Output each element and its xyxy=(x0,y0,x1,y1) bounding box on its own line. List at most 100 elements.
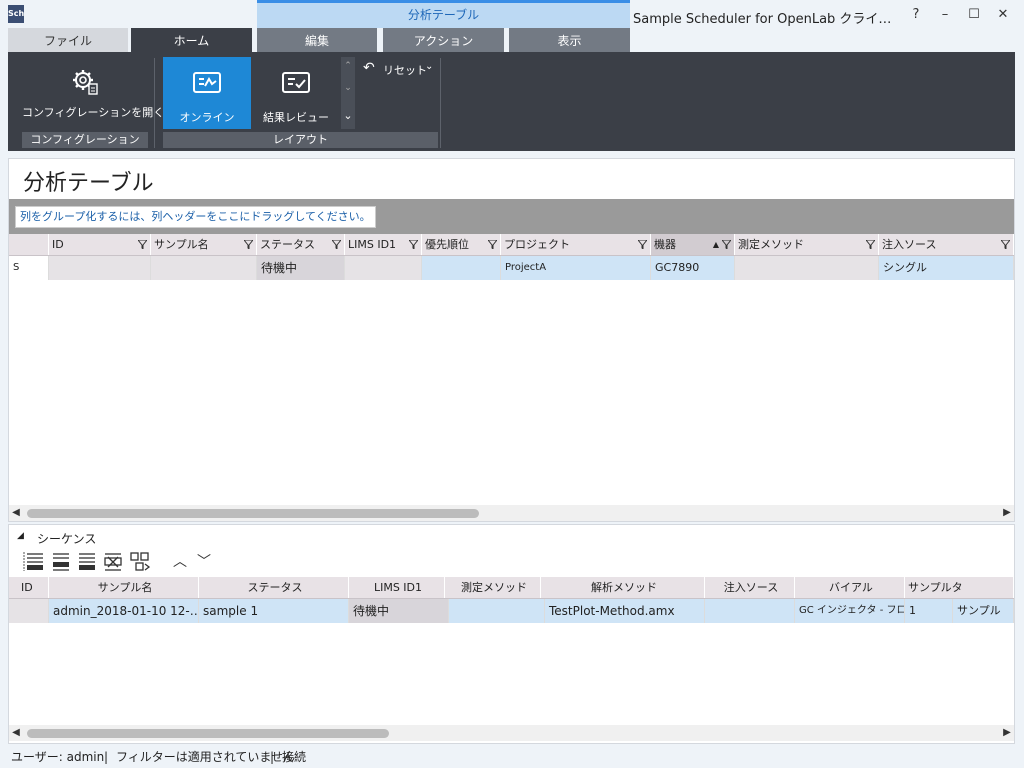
online-label: オンライン xyxy=(179,111,235,124)
ribbon: コンフィグレーションを開く コンフィグレーション オンライン 結果レビュー ⌃ … xyxy=(8,52,1015,151)
column-header-id[interactable]: ID xyxy=(49,234,151,255)
analysis-grid-header: ID サンプル名 ステータス LIMS ID1 優先順位 プロジェクト 機器 ▲… xyxy=(9,234,1014,256)
cell-vial[interactable]: 1 xyxy=(905,599,953,623)
open-configuration-button[interactable]: コンフィグレーションを開く xyxy=(22,58,164,128)
scroll-left-icon[interactable]: ◀ xyxy=(9,505,23,521)
scroll-left-icon[interactable]: ◀ xyxy=(9,725,23,741)
cell-project[interactable]: ProjectA xyxy=(501,256,651,280)
column-header-priority[interactable]: 優先順位 xyxy=(422,234,501,255)
cell-injection-source[interactable]: シングル xyxy=(879,256,1014,280)
cell-sample-name[interactable]: sample 1 xyxy=(199,599,349,623)
column-header-project[interactable]: プロジェクト xyxy=(501,234,651,255)
scroll-thumb[interactable] xyxy=(27,729,389,738)
filter-icon[interactable] xyxy=(138,240,147,249)
close-button[interactable]: ✕ xyxy=(991,6,1015,24)
filter-icon[interactable] xyxy=(244,240,253,249)
filter-icon[interactable] xyxy=(722,240,731,249)
cell-id[interactable]: admin_2018-01-10 12-… xyxy=(49,599,199,623)
header-label: 注入ソース xyxy=(882,238,937,251)
column-header-status[interactable]: ステータス xyxy=(257,234,345,255)
column-header-injection-source[interactable]: 注入ソース xyxy=(705,577,795,598)
delete-row-icon[interactable] xyxy=(103,551,125,573)
row-indicator: S xyxy=(9,256,49,280)
results-review-button[interactable]: 結果レビュー xyxy=(253,57,339,129)
filter-icon[interactable] xyxy=(332,240,341,249)
row-indicator xyxy=(9,599,49,623)
tab-edit[interactable]: 編集 xyxy=(257,28,377,52)
group-by-area[interactable]: 列をグループ化するには、列ヘッダーをここにドラッグしてください。 xyxy=(9,199,1014,234)
status-filter: フィルターは適用されていません xyxy=(116,750,296,764)
header-label: ID xyxy=(52,238,64,251)
cell-instrument[interactable]: GC7890 xyxy=(651,256,735,280)
sequence-panel: ◢ シーケンス ︿ ﹀ ID サンプル名 ステータス LIMS ID1 測定メソ… xyxy=(8,524,1015,744)
column-header-id[interactable]: ID xyxy=(9,577,49,598)
filter-icon[interactable] xyxy=(409,240,418,249)
move-up-icon[interactable]: ︿ xyxy=(173,551,187,573)
analysis-horizontal-scrollbar[interactable]: ◀ ▶ xyxy=(9,505,1014,521)
move-rows-icon[interactable] xyxy=(129,551,153,573)
app-icon[interactable]: Sch xyxy=(8,5,24,23)
sequence-horizontal-scrollbar[interactable]: ◀ ▶ xyxy=(9,725,1014,741)
cell-lims-id1[interactable] xyxy=(345,256,422,280)
filter-icon[interactable] xyxy=(488,240,497,249)
cell-priority[interactable] xyxy=(422,256,501,280)
scroll-up-icon[interactable]: ⌃ xyxy=(341,61,355,71)
help-button[interactable]: ? xyxy=(904,6,928,24)
column-header-lims-id1[interactable]: LIMS ID1 xyxy=(345,234,422,255)
filter-icon[interactable] xyxy=(638,240,647,249)
move-down-icon[interactable]: ﹀ xyxy=(197,551,211,573)
scroll-right-icon[interactable]: ▶ xyxy=(1000,505,1014,521)
cell-sample-type[interactable]: サンプル xyxy=(953,599,1014,623)
tab-action[interactable]: アクション xyxy=(383,28,504,52)
filter-icon[interactable] xyxy=(1001,240,1010,249)
configuration-group-label: コンフィグレーション xyxy=(22,132,148,148)
table-row[interactable]: admin_2018-01-10 12-… sample 1 待機中 TestP… xyxy=(9,599,1014,623)
scroll-right-icon[interactable]: ▶ xyxy=(1000,725,1014,741)
insert-row-above-icon[interactable] xyxy=(23,551,47,573)
cell-lims-id1[interactable] xyxy=(449,599,545,623)
reset-layout-button[interactable]: ↶ リセット ⌄ xyxy=(361,60,437,78)
cell-status[interactable]: 待機中 xyxy=(349,599,449,623)
column-header-sample-name[interactable]: サンプル名 xyxy=(49,577,199,598)
column-header-injection-source[interactable]: 注入ソース xyxy=(879,234,1014,255)
table-row[interactable]: S 待機中 ProjectA GC7890 シングル xyxy=(9,256,1014,280)
tab-home[interactable]: ホーム xyxy=(131,28,252,52)
minimize-button[interactable]: – xyxy=(933,6,957,24)
column-header-status[interactable]: ステータス xyxy=(199,577,349,598)
column-header-vial[interactable]: バイアル xyxy=(795,577,905,598)
page-title: 分析テーブル xyxy=(23,171,154,196)
expand-gallery-icon[interactable]: ⌄ xyxy=(341,109,355,122)
collapse-triangle-icon[interactable]: ◢ xyxy=(17,531,24,541)
header-label: 優先順位 xyxy=(425,238,469,251)
cell-id[interactable] xyxy=(49,256,151,280)
tab-file[interactable]: ファイル xyxy=(8,28,128,52)
scroll-thumb[interactable] xyxy=(27,509,479,518)
cell-status[interactable]: 待機中 xyxy=(257,256,345,280)
column-header-sample-name[interactable]: サンプル名 xyxy=(151,234,257,255)
column-header-analysis-method[interactable]: 解析メソッド xyxy=(541,577,705,598)
tab-view[interactable]: 表示 xyxy=(509,28,630,52)
maximize-button[interactable]: ☐ xyxy=(962,6,986,24)
layout-gallery-scroll[interactable]: ⌃ ⌄ ⌄ xyxy=(341,57,355,129)
insert-row-below-icon[interactable] xyxy=(51,551,73,573)
online-layout-button[interactable]: オンライン xyxy=(163,57,251,129)
column-header-method[interactable]: 測定メソッド xyxy=(445,577,541,598)
cell-analysis-method[interactable] xyxy=(705,599,795,623)
column-header-sample-type[interactable]: サンプルタ xyxy=(905,577,1014,598)
analysis-table-panel: 分析テーブル 列をグループ化するには、列ヘッダーをここにドラッグしてください。 … xyxy=(8,158,1015,522)
scroll-down-icon[interactable]: ⌄ xyxy=(341,83,355,93)
filter-icon[interactable] xyxy=(866,240,875,249)
cell-injection-source[interactable]: GC インジェクタ - フロ… xyxy=(795,599,905,623)
header-label: ステータス xyxy=(260,238,315,251)
append-row-icon[interactable] xyxy=(77,551,99,573)
cell-method[interactable]: TestPlot-Method.amx xyxy=(545,599,705,623)
row-indicator-header xyxy=(9,234,49,255)
column-header-method[interactable]: 測定メソッド xyxy=(735,234,879,255)
header-label: LIMS ID1 xyxy=(348,238,397,251)
cell-sample-name[interactable] xyxy=(151,256,257,280)
cell-method[interactable] xyxy=(735,256,879,280)
column-header-instrument[interactable]: 機器 ▲ xyxy=(651,234,735,255)
sequence-title: シーケンス xyxy=(37,532,97,546)
column-header-lims-id1[interactable]: LIMS ID1 xyxy=(349,577,445,598)
reset-label: リセット xyxy=(383,64,427,77)
